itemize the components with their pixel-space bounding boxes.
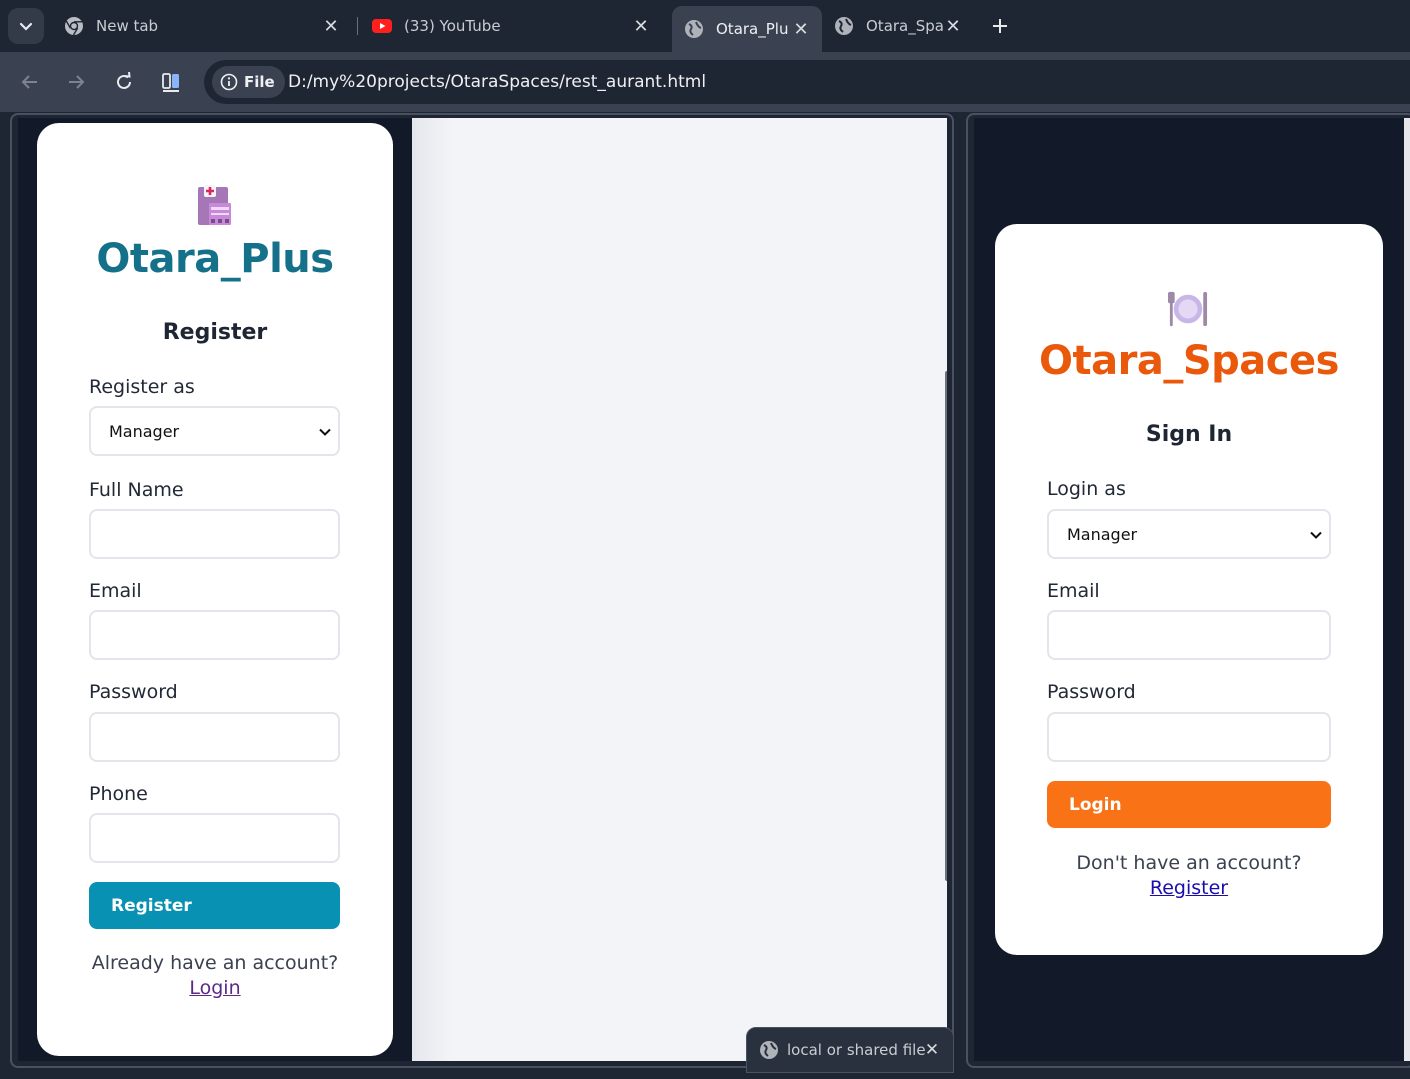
register-prompt-text: Don't have an account? [1076, 852, 1302, 874]
brand-title: Otara_Spaces [1039, 338, 1339, 384]
tab-search-button[interactable] [8, 8, 44, 44]
page-background [412, 118, 947, 1061]
tab-title: New tab [96, 17, 159, 35]
browser-toolbar: File D:/my%20projects/OtaraSpaces/rest_a… [0, 52, 1410, 112]
login-as-select[interactable]: Manager [1047, 509, 1331, 559]
url-text[interactable]: D:/my%20projects/OtaraSpaces/rest_aurant… [288, 72, 706, 92]
new-tab-button[interactable] [988, 14, 1012, 38]
login-button[interactable]: Login [1047, 781, 1331, 828]
tab-strip: New tab ✕ (33) YouTube ✕ Otara_Plu ✕ Ota… [0, 0, 1410, 52]
status-bubble: local or shared file ✕ [746, 1027, 954, 1073]
forward-button[interactable] [62, 68, 90, 96]
register-as-select[interactable]: Manager [89, 406, 340, 456]
chevron-down-icon [19, 22, 33, 31]
globe-icon [835, 17, 853, 35]
tab-new-tab[interactable]: New tab ✕ [52, 8, 352, 44]
close-icon[interactable]: ✕ [923, 1040, 941, 1060]
hospital-icon [198, 185, 231, 225]
site-info-chip[interactable]: File [212, 66, 285, 98]
register-as-label: Register as [89, 376, 195, 398]
close-icon[interactable]: ✕ [792, 19, 810, 40]
email-input[interactable] [89, 610, 340, 660]
address-bar[interactable]: File D:/my%20projects/OtaraSpaces/rest_a… [204, 60, 1410, 104]
close-icon[interactable]: ✕ [944, 16, 962, 37]
tab-title: (33) YouTube [404, 17, 501, 35]
tab-separator [357, 17, 358, 35]
plus-icon [993, 19, 1007, 33]
login-prompt: Already have an account? Login [37, 952, 393, 999]
info-icon [220, 73, 238, 91]
select-value: Manager [109, 421, 180, 441]
reload-icon [117, 72, 131, 89]
chevron-down-icon [1310, 531, 1322, 539]
phone-input[interactable] [89, 813, 340, 863]
globe-icon [760, 1041, 778, 1059]
login-as-label: Login as [1047, 478, 1126, 500]
status-text: local or shared file [787, 1041, 926, 1059]
split-view-icon [162, 73, 179, 92]
reload-button[interactable] [110, 68, 138, 96]
full-name-input[interactable] [89, 509, 340, 559]
login-link[interactable]: Login [37, 977, 393, 999]
form-heading: Sign In [1145, 422, 1233, 447]
register-button[interactable]: Register [89, 882, 340, 929]
tab-youtube[interactable]: (33) YouTube ✕ [360, 8, 662, 44]
side-panel-button[interactable] [157, 68, 185, 96]
youtube-icon [372, 19, 392, 33]
password-label: Password [1047, 681, 1136, 703]
scrollbar-track [1404, 118, 1410, 1061]
password-label: Password [89, 681, 178, 703]
globe-icon [685, 20, 703, 38]
close-icon[interactable]: ✕ [322, 16, 340, 37]
email-label: Email [89, 580, 142, 602]
register-card: Otara_Plus Register Register as Manager … [37, 123, 393, 1056]
site-info-label: File [244, 73, 275, 91]
tab-title: Otara_Plu [716, 20, 789, 38]
back-button[interactable] [16, 68, 44, 96]
form-heading: Register [162, 320, 268, 345]
register-link[interactable]: Register [995, 877, 1383, 899]
signin-card: Otara_Spaces Sign In Login as Manager Em… [995, 224, 1383, 955]
close-icon[interactable]: ✕ [632, 16, 650, 37]
chevron-down-icon [319, 428, 331, 436]
tab-title: Otara_Spa [866, 17, 944, 35]
password-input[interactable] [89, 712, 340, 762]
select-value: Manager [1067, 524, 1138, 544]
chrome-icon [65, 17, 83, 36]
email-input[interactable] [1047, 610, 1331, 660]
arrow-left-icon [21, 75, 37, 89]
arrow-right-icon [69, 75, 85, 89]
scrollbar-thumb[interactable] [945, 371, 947, 881]
brand-title: Otara_Plus [96, 236, 334, 282]
login-prompt-text: Already have an account? [91, 952, 339, 974]
register-prompt: Don't have an account? Register [995, 852, 1383, 899]
email-label: Email [1047, 580, 1100, 602]
phone-label: Phone [89, 783, 148, 805]
full-name-label: Full Name [89, 479, 184, 501]
plate-cutlery-icon [1168, 291, 1208, 327]
tab-otara-plus[interactable]: Otara_Plu ✕ [672, 6, 822, 52]
tab-otara-spaces[interactable]: Otara_Spa ✕ [822, 8, 974, 44]
password-input[interactable] [1047, 712, 1331, 762]
